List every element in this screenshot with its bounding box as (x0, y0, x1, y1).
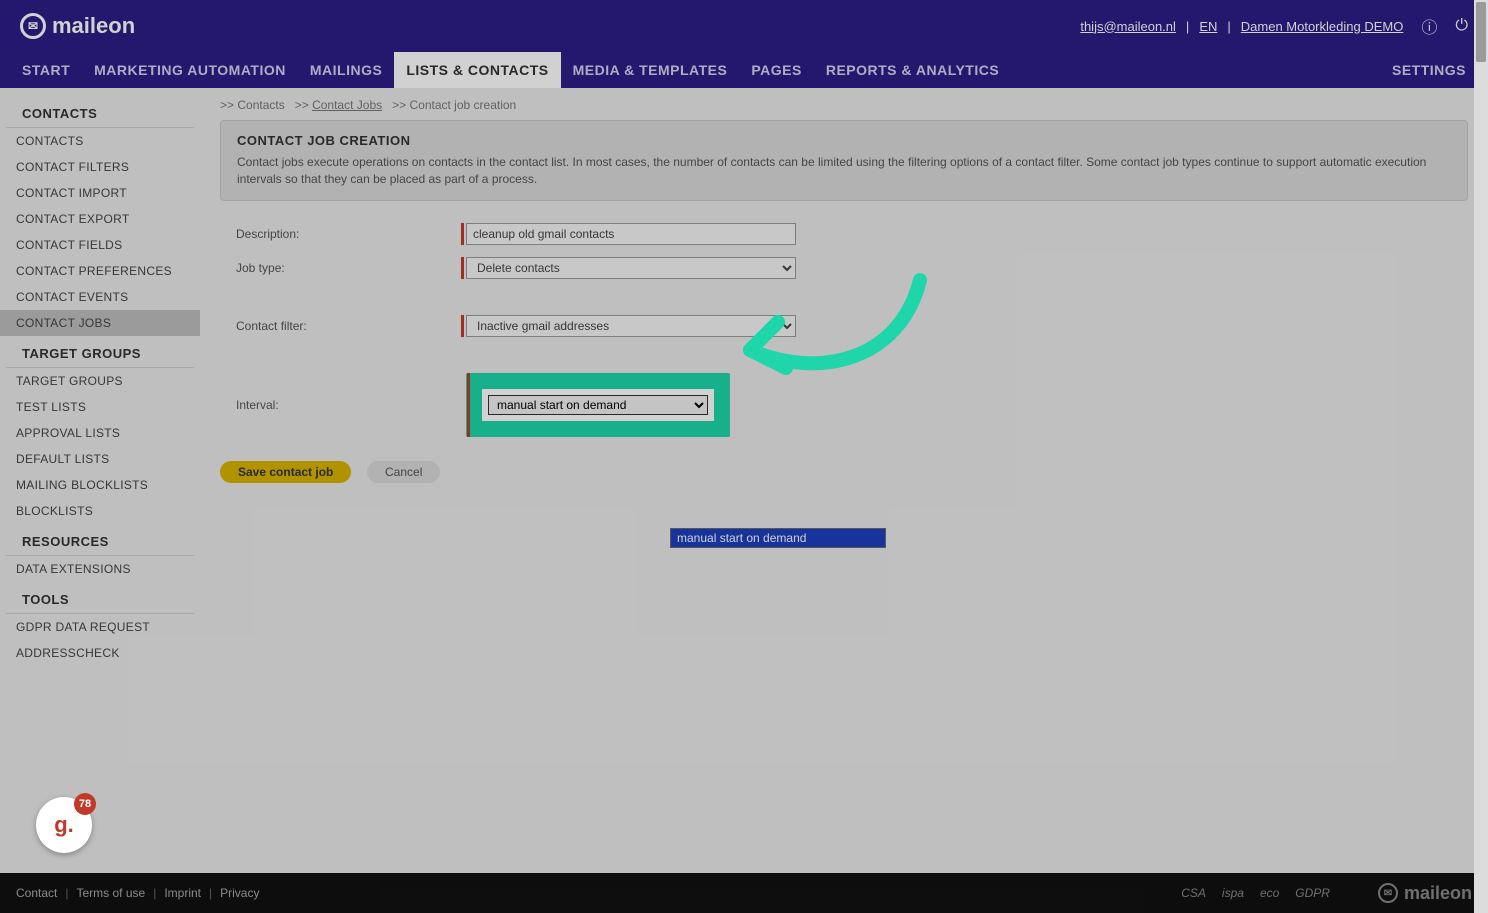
sidebar: CONTACTS CONTACTS CONTACT FILTERS CONTAC… (0, 88, 200, 873)
sidebar-heading-contacts: CONTACTS (6, 96, 194, 128)
required-indicator-icon (467, 373, 470, 437)
interval-dropdown-list[interactable]: manual start on demand (670, 528, 886, 548)
cert-csa: CSA (1181, 886, 1206, 900)
nav-mailings[interactable]: MAILINGS (298, 52, 394, 88)
cancel-button[interactable]: Cancel (367, 461, 440, 483)
label-description: Description: (236, 227, 466, 241)
sidebar-item-target-groups[interactable]: TARGET GROUPS (0, 368, 200, 394)
footer-brand-icon: ✉ (1378, 883, 1398, 903)
crumb-contact-job-creation: Contact job creation (409, 98, 516, 112)
help-widget-button[interactable]: g. 78 (36, 797, 92, 853)
sidebar-heading-target-groups: TARGET GROUPS (6, 336, 194, 368)
cert-gdpr: GDPR (1295, 886, 1330, 900)
footer: Contact| Terms of use| Imprint| Privacy … (0, 873, 1488, 913)
info-icon[interactable]: ⓘ (1421, 14, 1437, 38)
footer-contact-link[interactable]: Contact (16, 886, 57, 900)
sidebar-item-gdpr-data-request[interactable]: GDPR DATA REQUEST (0, 614, 200, 640)
sidebar-item-contact-events[interactable]: CONTACT EVENTS (0, 284, 200, 310)
sidebar-item-approval-lists[interactable]: APPROVAL LISTS (0, 420, 200, 446)
nav-start[interactable]: START (10, 52, 82, 88)
help-widget-glyph: g. (54, 812, 74, 838)
required-indicator-icon (461, 257, 464, 279)
sidebar-item-addresscheck[interactable]: ADDRESSCHECK (0, 640, 200, 666)
sidebar-item-contact-preferences[interactable]: CONTACT PREFERENCES (0, 258, 200, 284)
sidebar-heading-resources: RESOURCES (6, 524, 194, 556)
sidebar-item-contacts[interactable]: CONTACTS (0, 128, 200, 154)
contact-filter-select[interactable]: Inactive gmail addresses (466, 315, 796, 337)
save-contact-job-button[interactable]: Save contact job (220, 461, 351, 483)
account-link[interactable]: Damen Motorkleding DEMO (1241, 19, 1404, 34)
sidebar-heading-tools: TOOLS (6, 582, 194, 614)
footer-terms-link[interactable]: Terms of use (76, 886, 145, 900)
label-job-type: Job type: (236, 261, 466, 275)
nav-pages[interactable]: PAGES (739, 52, 813, 88)
footer-privacy-link[interactable]: Privacy (220, 886, 259, 900)
brand-logo: ✉ maileon (20, 13, 135, 39)
cert-eco: eco (1260, 886, 1279, 900)
help-widget-badge: 78 (74, 793, 96, 815)
sidebar-item-test-lists[interactable]: TEST LISTS (0, 394, 200, 420)
nav-settings[interactable]: SETTINGS (1380, 52, 1478, 88)
sidebar-item-contact-fields[interactable]: CONTACT FIELDS (0, 232, 200, 258)
sidebar-item-blocklists[interactable]: BLOCKLISTS (0, 498, 200, 524)
interval-highlight: manual start on demand (466, 373, 730, 437)
page-header-box: CONTACT JOB CREATION Contact jobs execut… (220, 120, 1468, 201)
footer-brand-logo: ✉ maileon (1378, 883, 1472, 904)
sidebar-item-default-lists[interactable]: DEFAULT LISTS (0, 446, 200, 472)
sidebar-item-data-extensions[interactable]: DATA EXTENSIONS (0, 556, 200, 582)
main-content: >> Contacts >> Contact Jobs >> Contact j… (200, 88, 1488, 873)
label-contact-filter: Contact filter: (236, 319, 466, 333)
interval-select[interactable]: manual start on demand (488, 395, 708, 415)
sidebar-item-contact-jobs[interactable]: CONTACT JOBS (0, 310, 200, 336)
sidebar-item-contact-export[interactable]: CONTACT EXPORT (0, 206, 200, 232)
nav-media-templates[interactable]: MEDIA & TEMPLATES (561, 52, 740, 88)
top-bar: ✉ maileon thijs@maileon.nl | EN | Damen … (0, 0, 1488, 52)
power-icon[interactable]: ⏻ (1455, 17, 1468, 35)
label-interval: Interval: (236, 398, 466, 412)
description-input[interactable] (466, 223, 796, 245)
required-indicator-icon (461, 223, 464, 245)
job-type-select[interactable]: Delete contacts (466, 257, 796, 279)
crumb-contact-jobs[interactable]: Contact Jobs (312, 98, 382, 112)
interval-option-manual[interactable]: manual start on demand (671, 529, 885, 547)
sidebar-item-contact-import[interactable]: CONTACT IMPORT (0, 180, 200, 206)
breadcrumb: >> Contacts >> Contact Jobs >> Contact j… (220, 98, 1468, 112)
nav-reports-analytics[interactable]: REPORTS & ANALYTICS (814, 52, 1011, 88)
scrollbar-thumb[interactable] (1476, 2, 1486, 62)
language-link[interactable]: EN (1199, 19, 1217, 34)
brand-name: maileon (52, 13, 135, 39)
page-description: Contact jobs execute operations on conta… (237, 154, 1451, 188)
required-indicator-icon (461, 315, 464, 337)
sidebar-item-contact-filters[interactable]: CONTACT FILTERS (0, 154, 200, 180)
nav-marketing-automation[interactable]: MARKETING AUTOMATION (82, 52, 298, 88)
page-title: CONTACT JOB CREATION (237, 133, 1451, 148)
cert-ispa: ispa (1222, 886, 1244, 900)
crumb-contacts[interactable]: Contacts (237, 98, 284, 112)
brand-logo-icon: ✉ (20, 13, 46, 39)
main-nav: START MARKETING AUTOMATION MAILINGS LIST… (0, 52, 1488, 88)
user-email-link[interactable]: thijs@maileon.nl (1080, 19, 1176, 34)
footer-imprint-link[interactable]: Imprint (164, 886, 201, 900)
vertical-scrollbar[interactable] (1474, 0, 1488, 913)
nav-lists-contacts[interactable]: LISTS & CONTACTS (394, 52, 560, 88)
sidebar-item-mailing-blocklists[interactable]: MAILING BLOCKLISTS (0, 472, 200, 498)
